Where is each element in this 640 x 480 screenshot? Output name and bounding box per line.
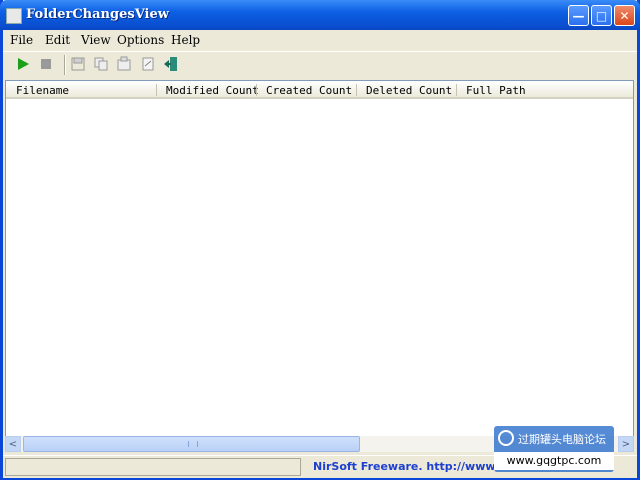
save-icon[interactable] xyxy=(70,56,86,72)
window-title: FolderChangesView xyxy=(26,7,169,22)
file-list[interactable]: Filename Modified Count Created Count De… xyxy=(5,80,634,437)
minimize-button[interactable]: — xyxy=(568,5,589,26)
nirsoft-link[interactable]: NirSoft Freeware. http://www.nirs xyxy=(313,460,523,473)
status-panel xyxy=(5,458,301,476)
toolbar-separator xyxy=(64,55,66,75)
properties-icon[interactable] xyxy=(116,56,132,72)
play-icon[interactable] xyxy=(15,56,31,72)
menu-help[interactable]: Help xyxy=(171,33,200,47)
stop-icon[interactable] xyxy=(38,56,54,72)
watermark-text: 过期罐头电脑论坛 xyxy=(518,433,606,446)
maximize-button[interactable]: □ xyxy=(591,5,612,26)
menu-options[interactable]: Options xyxy=(117,33,164,47)
column-deleted-count[interactable]: Deleted Count xyxy=(366,84,452,97)
close-button[interactable]: ✕ xyxy=(614,5,635,26)
toolbar xyxy=(3,51,637,78)
app-icon[interactable] xyxy=(6,8,22,24)
scroll-thumb[interactable] xyxy=(23,436,360,452)
watermark-logo-icon xyxy=(498,430,514,446)
column-divider[interactable] xyxy=(256,84,257,96)
list-header: Filename Modified Count Created Count De… xyxy=(6,81,633,99)
column-filename[interactable]: Filename xyxy=(16,84,69,97)
copy-icon[interactable] xyxy=(93,56,109,72)
watermark-url: www.gqgtpc.com xyxy=(494,452,614,470)
menu-edit[interactable]: Edit xyxy=(45,33,70,47)
scroll-left-button[interactable]: < xyxy=(5,436,21,452)
column-divider[interactable] xyxy=(356,84,357,96)
exit-icon[interactable] xyxy=(163,56,179,72)
menu-view[interactable]: View xyxy=(81,33,111,47)
column-created-count[interactable]: Created Count xyxy=(266,84,352,97)
html-report-icon[interactable] xyxy=(140,56,156,72)
menu-file[interactable]: File xyxy=(10,33,33,47)
column-divider[interactable] xyxy=(156,84,157,96)
column-full-path[interactable]: Full Path xyxy=(466,84,526,97)
title-bar[interactable]: FolderChangesView — □ ✕ xyxy=(0,0,640,30)
column-modified-count[interactable]: Modified Count xyxy=(166,84,259,97)
watermark-overlay: 过期罐头电脑论坛 www.gqgtpc.com xyxy=(494,426,614,472)
app-window: FolderChangesView — □ ✕ File Edit View O… xyxy=(0,0,640,480)
menu-bar: File Edit View Options Help xyxy=(3,30,637,50)
scroll-right-button[interactable]: > xyxy=(618,436,634,452)
scroll-grip xyxy=(188,441,198,447)
column-divider[interactable] xyxy=(456,84,457,96)
